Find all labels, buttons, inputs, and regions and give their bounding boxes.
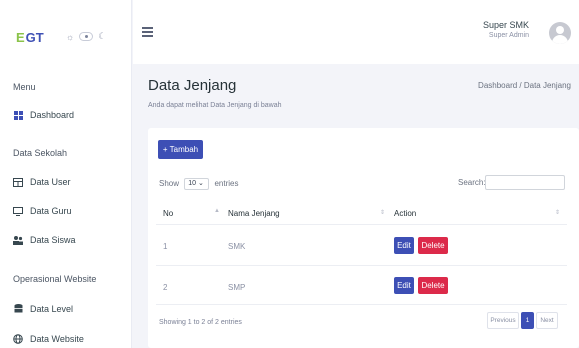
- sidebar-item-label: Data User: [30, 177, 71, 187]
- moon-icon: ☾: [98, 31, 107, 41]
- sort-icon[interactable]: ▲: [214, 208, 220, 214]
- row-divider: [156, 304, 567, 305]
- entries-select[interactable]: 10 ⌄: [184, 178, 210, 190]
- sidebar-item-dashboard[interactable]: Dashboard: [13, 110, 74, 120]
- app-logo[interactable]: E GT: [16, 30, 44, 45]
- table-icon: [13, 177, 23, 187]
- table-info: Showing 1 to 2 of 2 entries: [159, 319, 242, 326]
- sidebar: E GT ☼ ☾ Menu Dashboard Data Sekolah Dat…: [0, 0, 132, 348]
- column-header-nama-jenjang[interactable]: Nama Jenjang: [228, 209, 280, 218]
- top-navbar: Super SMK Super Admin: [133, 0, 579, 64]
- table-cell-nama: SMK: [228, 242, 246, 251]
- search-label: Search:: [458, 178, 486, 187]
- delete-button[interactable]: Delete: [418, 277, 448, 294]
- row-divider: [156, 265, 567, 266]
- avatar[interactable]: [549, 22, 571, 44]
- logo-prefix: E: [16, 30, 25, 45]
- logo-text: GT: [25, 30, 44, 45]
- sidebar-item-label: Dashboard: [30, 110, 75, 120]
- theme-switch[interactable]: [79, 32, 94, 41]
- theme-toggle[interactable]: ☼ ☾: [66, 31, 106, 42]
- table-cell-no: 1: [163, 242, 168, 251]
- hamburger-menu-icon[interactable]: [142, 27, 153, 37]
- entries-select-value: 10: [188, 180, 197, 187]
- sidebar-heading-operasional: Operasional Website: [13, 274, 97, 284]
- breadcrumb[interactable]: Dashboard / Data Jenjang: [478, 81, 571, 90]
- search-input[interactable]: [485, 175, 565, 190]
- globe-icon: [13, 334, 23, 344]
- database-icon: [13, 304, 23, 314]
- sidebar-item-label: Data Siswa: [30, 235, 76, 245]
- header-divider: [156, 224, 567, 225]
- monitor-icon: [13, 206, 23, 216]
- user-name: Super SMK: [482, 20, 529, 30]
- previous-page-button[interactable]: Previous: [487, 312, 519, 329]
- add-button[interactable]: + Tambah: [158, 140, 203, 159]
- next-page-button[interactable]: Next: [536, 312, 558, 329]
- user-info[interactable]: Super SMK Super Admin: [483, 20, 529, 39]
- sidebar-item-label: Data Website: [30, 334, 84, 344]
- users-icon: [13, 235, 23, 245]
- sort-icon[interactable]: ⇕: [380, 209, 385, 216]
- sidebar-item-data-siswa[interactable]: Data Siswa: [13, 235, 76, 245]
- sort-icon: ⇕: [555, 210, 561, 216]
- grid-icon: [13, 110, 23, 120]
- sidebar-item-data-website[interactable]: Data Website: [13, 334, 84, 344]
- show-label: Show: [159, 179, 180, 189]
- sidebar-item-data-user[interactable]: Data User: [13, 177, 71, 187]
- sidebar-heading-data-sekolah: Data Sekolah: [13, 148, 68, 158]
- edit-button[interactable]: Edit: [394, 277, 414, 294]
- page-title: Data Jenjang: [148, 77, 237, 94]
- delete-button[interactable]: Delete: [418, 237, 448, 254]
- sidebar-item-data-level[interactable]: Data Level: [13, 304, 73, 314]
- table-cell-nama: SMP: [228, 283, 246, 292]
- entries-label: entries: [214, 179, 239, 189]
- page-1-button[interactable]: 1: [521, 312, 534, 329]
- edit-button[interactable]: Edit: [394, 237, 414, 254]
- sidebar-item-label: Data Guru: [30, 206, 72, 216]
- user-role: Super Admin: [488, 32, 529, 39]
- column-header-no[interactable]: No: [163, 209, 173, 218]
- entries-control: Show 10 ⌄ entries: [159, 178, 239, 190]
- column-header-action: Action: [394, 209, 417, 218]
- sun-icon: ☼: [66, 31, 75, 42]
- table-cell-no: 2: [163, 283, 168, 292]
- page-subtitle: Anda dapat melihat Data Jenjang di bawah: [148, 102, 282, 109]
- sidebar-item-label: Data Level: [30, 304, 74, 314]
- sidebar-item-data-guru[interactable]: Data Guru: [13, 206, 72, 216]
- sidebar-heading-menu: Menu: [13, 82, 36, 92]
- data-table-card: + Tambah Show 10 ⌄ entries Search: No ▲ …: [148, 128, 579, 348]
